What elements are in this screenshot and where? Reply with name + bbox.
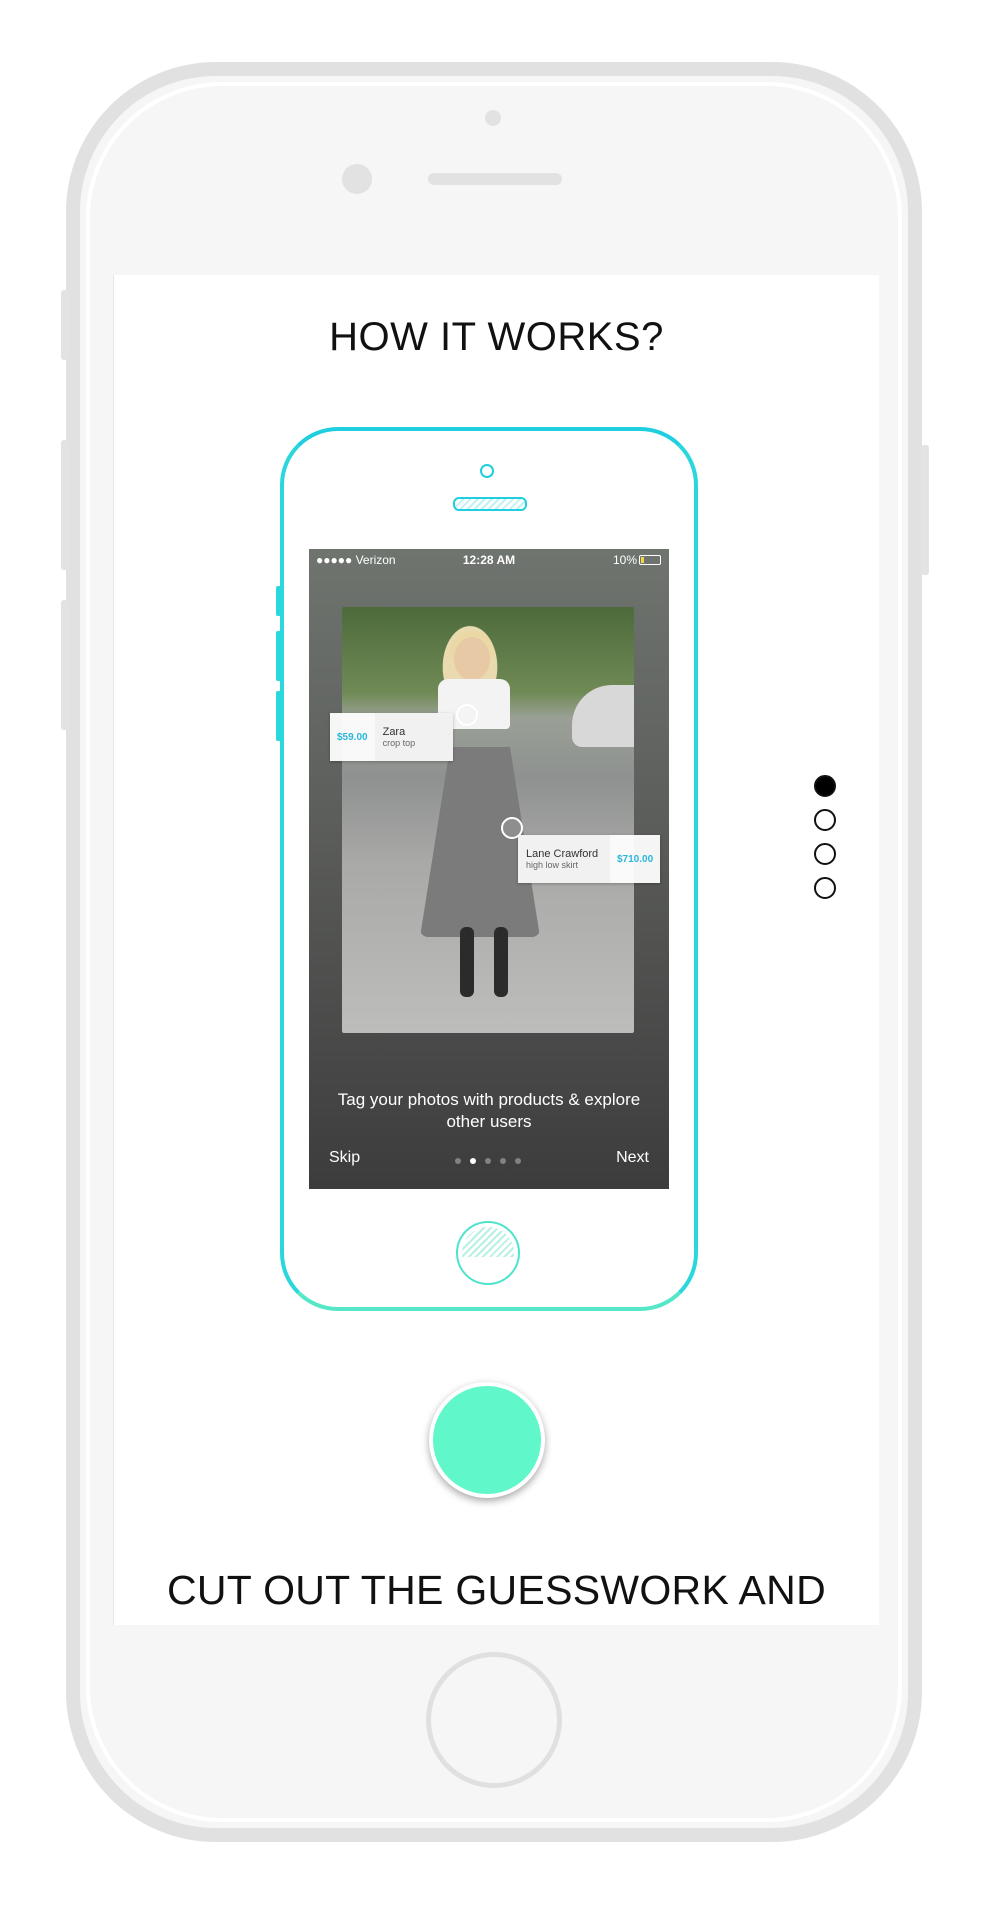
power-button — [921, 445, 929, 575]
tag-brand: Lane Crawford — [526, 848, 599, 860]
person-head — [454, 637, 490, 681]
pager-dot[interactable] — [500, 1158, 506, 1164]
tag-marker-icon[interactable] — [501, 817, 523, 839]
volume-up-button — [61, 440, 69, 570]
volume-down-button — [61, 600, 69, 730]
background-car — [572, 685, 634, 747]
headline-line-2: ENDLESS SEARCHING — [114, 1615, 879, 1625]
tag-info: Lane Crawford high low skirt — [518, 835, 610, 883]
product-tag[interactable]: Lane Crawford high low skirt $710.00 — [518, 835, 661, 883]
mute-switch — [61, 290, 69, 360]
fashion-photo — [342, 607, 634, 1033]
person-leg — [494, 927, 508, 997]
tag-info: Zara crop top — [374, 713, 453, 761]
section-title: HOW IT WORKS? — [329, 315, 664, 359]
headline-line-1: CUT OUT THE GUESSWORK AND — [166, 1567, 827, 1613]
tag-item: crop top — [382, 738, 416, 748]
front-camera-icon — [342, 164, 372, 194]
onboarding-pager — [455, 1158, 521, 1164]
slide-dot[interactable] — [814, 775, 836, 797]
tag-price: $710.00 — [617, 853, 654, 865]
action-circle-button[interactable] — [429, 1382, 545, 1498]
slide-dot[interactable] — [814, 809, 836, 831]
battery-percent: 10% — [612, 553, 637, 567]
illustrated-camera-icon — [480, 464, 494, 478]
earpiece-speaker — [428, 173, 562, 185]
status-bar: ●●●●● Verizon 12:28 AM 10% — [309, 549, 669, 571]
next-button[interactable]: Next — [616, 1149, 649, 1167]
onboarding-caption: Tag your photos with products & explore … — [337, 1090, 641, 1131]
product-tag[interactable]: $59.00 Zara crop top — [330, 713, 453, 761]
home-button[interactable] — [426, 1652, 562, 1788]
slide-dot[interactable] — [814, 843, 836, 865]
app-preview-screen: ●●●●● Verizon 12:28 AM 10% $59.00 Zara c… — [309, 549, 669, 1189]
illustrated-home-button-icon — [456, 1221, 520, 1285]
pager-dot[interactable] — [485, 1158, 491, 1164]
slide-dot[interactable] — [814, 877, 836, 899]
pager-dot[interactable] — [515, 1158, 521, 1164]
tag-marker-icon[interactable] — [456, 704, 478, 726]
battery-icon — [639, 555, 661, 565]
illustrated-speaker-icon — [453, 497, 527, 511]
tag-item: high low skirt — [526, 860, 579, 870]
skip-button[interactable]: Skip — [329, 1149, 360, 1167]
pager-dot[interactable] — [470, 1158, 476, 1164]
illustrated-phone-side-button — [276, 586, 281, 616]
device-screen: HOW IT WORKS? ●●●●● Verizon 12:28 AM 10%… — [113, 275, 879, 1625]
illustrated-phone-side-button — [276, 691, 281, 741]
pager-dot[interactable] — [455, 1158, 461, 1164]
person-leg — [460, 927, 474, 997]
tag-price: $59.00 — [337, 731, 368, 743]
illustrated-phone-side-button — [276, 631, 281, 681]
tag-brand: Zara — [382, 726, 406, 738]
proximity-sensor-icon — [485, 110, 501, 126]
